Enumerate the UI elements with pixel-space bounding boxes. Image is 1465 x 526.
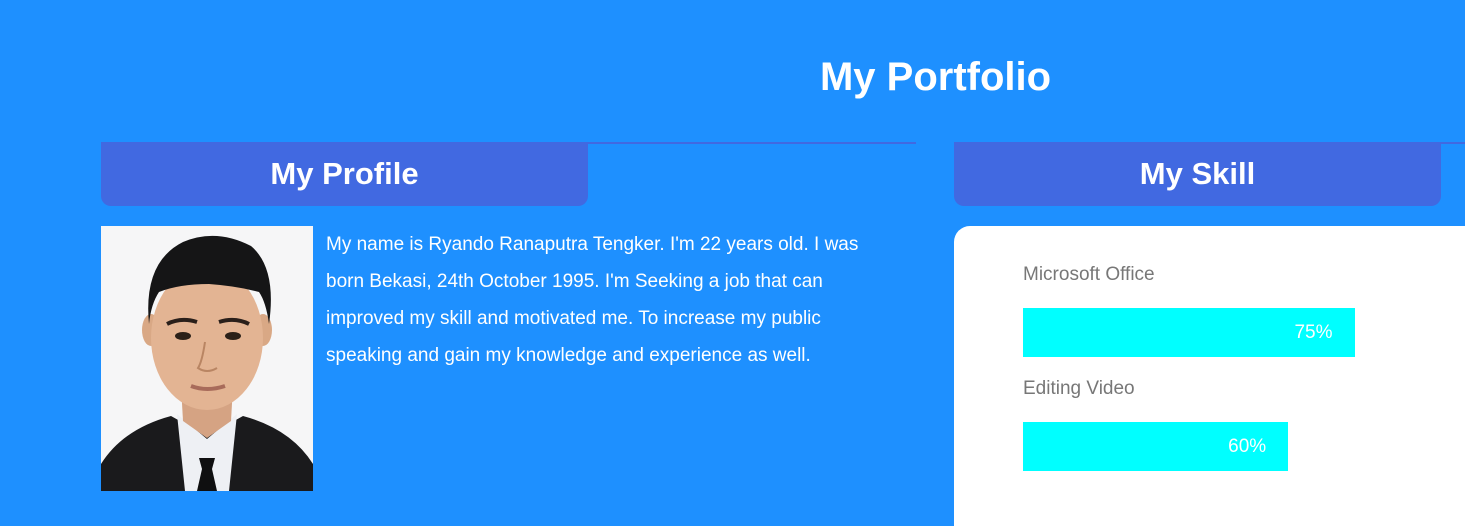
skill-bar-fill: 75% [1023, 308, 1355, 357]
page-title: My Portfolio [819, 55, 1052, 99]
skill-section-header: My Skill [954, 144, 1441, 206]
skill-bar: 75% [1023, 308, 1465, 357]
profile-heading: My Profile [270, 156, 419, 191]
skill-label: Microsoft Office [1023, 264, 1155, 285]
skill-label: Editing Video [1023, 378, 1135, 399]
profile-photo [101, 226, 313, 491]
profile-section-header: My Profile [101, 144, 588, 206]
skill-percent: 75% [1294, 321, 1333, 343]
skill-heading: My Skill [1139, 156, 1256, 191]
skill-card: Microsoft Office 75% Editing Video 60% [954, 226, 1465, 526]
profile-bio: My name is Ryando Ranaputra Tengker. I'm… [326, 234, 859, 366]
skill-bar-fill: 60% [1023, 422, 1289, 471]
skill-bar: 60% [1023, 422, 1465, 471]
skill-percent: 60% [1228, 435, 1267, 457]
